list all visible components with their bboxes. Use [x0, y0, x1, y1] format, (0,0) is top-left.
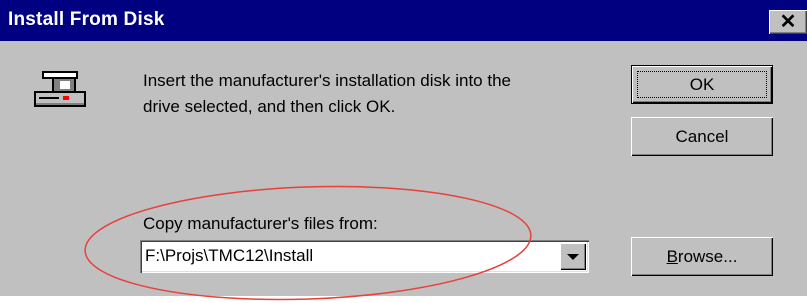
cancel-button[interactable]: Cancel: [631, 117, 773, 156]
copy-from-label: Copy manufacturer's files from:: [143, 214, 378, 233]
close-icon: ✕: [779, 11, 797, 33]
close-button[interactable]: ✕: [769, 10, 807, 34]
browse-button[interactable]: Browse...: [631, 237, 773, 276]
cancel-button-label: Cancel: [675, 126, 729, 146]
ok-button[interactable]: OK: [631, 65, 773, 104]
instruction-text: Insert the manufacturer's installation d…: [143, 71, 511, 116]
dropdown-arrow-icon: [567, 253, 579, 260]
title-bar[interactable]: Install From Disk ✕: [0, 0, 807, 41]
disk-drive-icon: [34, 71, 86, 107]
dropdown-button[interactable]: [560, 243, 586, 270]
dialog-title: Install From Disk: [8, 9, 165, 30]
browse-accelerator: B: [666, 246, 678, 266]
copy-from-combobox[interactable]: F:\Projs\TMC12\Install: [140, 240, 589, 273]
browse-button-label: rowse...: [677, 246, 738, 266]
install-from-disk-dialog: Install From Disk ✕ Insert the manufactu…: [0, 0, 807, 301]
focus-rect: [637, 71, 767, 98]
copy-from-path-input[interactable]: F:\Projs\TMC12\Install: [145, 246, 314, 266]
